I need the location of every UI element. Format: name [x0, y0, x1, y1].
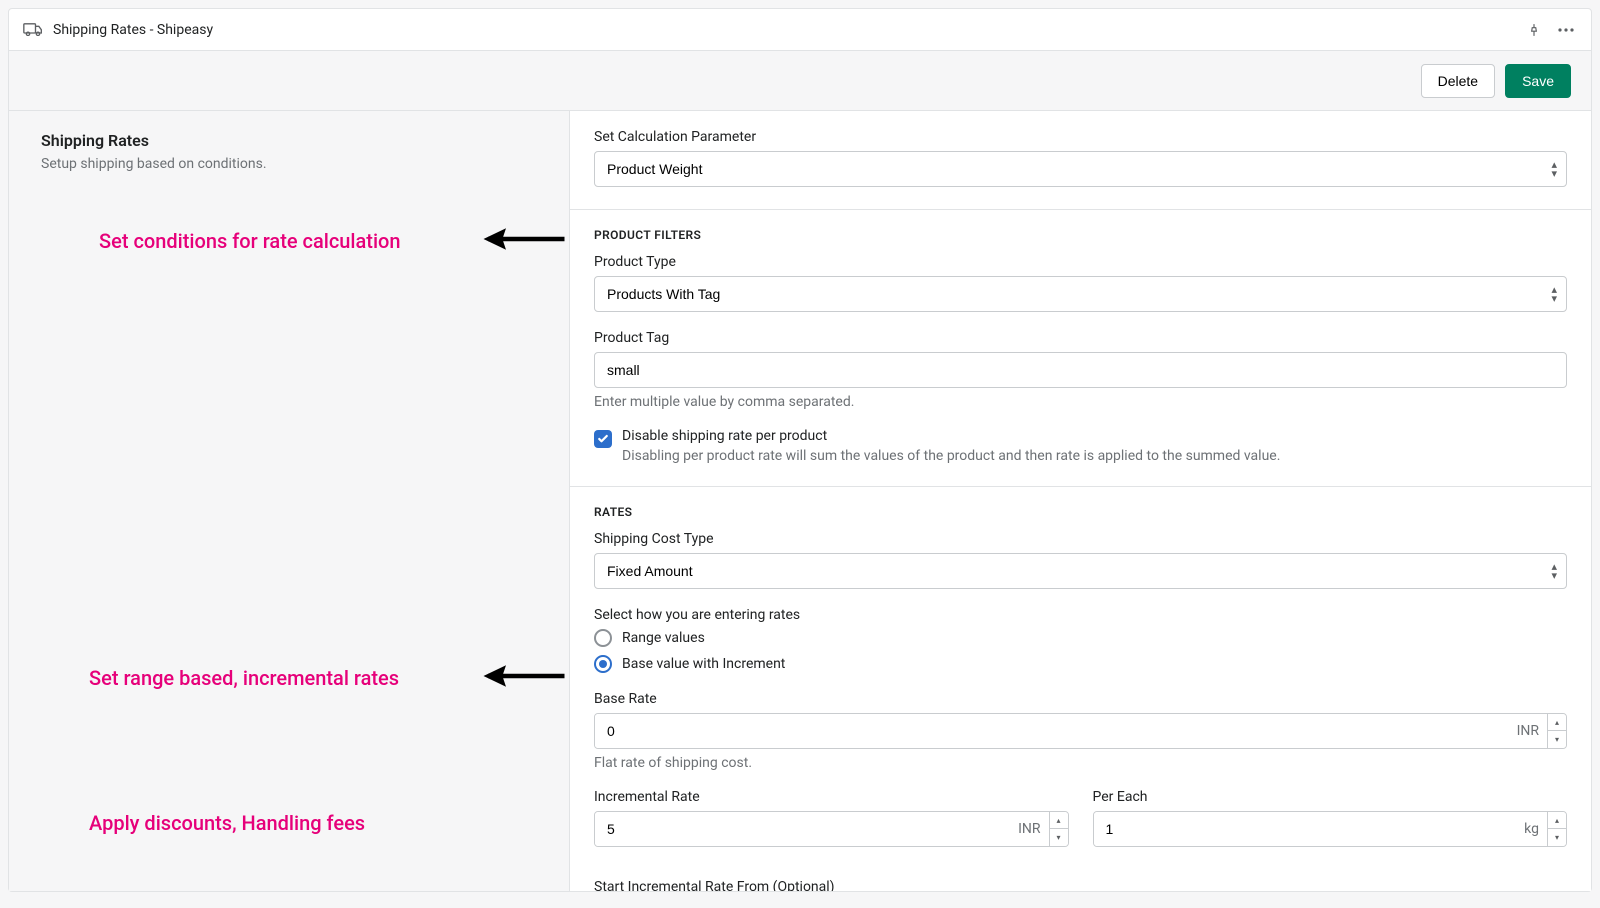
delete-button[interactable]: Delete [1421, 64, 1495, 98]
base-rate-suffix: INR [1509, 714, 1547, 748]
calc-param-select[interactable]: Product Weight [594, 151, 1567, 187]
radio-icon [594, 629, 612, 647]
base-rate-input[interactable] [595, 714, 1509, 748]
stepper-down[interactable]: ▾ [1548, 829, 1566, 846]
radio-icon [594, 655, 612, 673]
product-tag-label: Product Tag [594, 330, 1567, 346]
product-type-select[interactable]: Products With Tag [594, 276, 1567, 312]
save-button[interactable]: Save [1505, 64, 1571, 98]
cost-type-select[interactable]: Fixed Amount [594, 553, 1567, 589]
stepper-down[interactable]: ▾ [1050, 829, 1068, 846]
per-each-suffix: kg [1516, 812, 1547, 846]
disable-per-product-label: Disable shipping rate per product [622, 428, 1280, 444]
pin-icon[interactable] [1523, 19, 1545, 41]
base-rate-label: Base Rate [594, 691, 1567, 707]
action-bar: Delete Save [9, 51, 1591, 111]
annotation-3: Apply discounts, Handling fees [89, 811, 365, 835]
product-type-label: Product Type [594, 254, 1567, 270]
radio-base-label: Base value with Increment [622, 656, 785, 672]
calc-param-label: Set Calculation Parameter [594, 129, 1567, 145]
arrow-icon [479, 656, 569, 696]
rate-entry-label: Select how you are entering rates [594, 607, 1567, 623]
product-tag-help: Enter multiple value by comma separated. [594, 394, 1567, 410]
stepper-down[interactable]: ▾ [1548, 731, 1566, 748]
radio-base-increment[interactable]: Base value with Increment [594, 655, 1567, 673]
app-title: Shipping Rates - Shipeasy [53, 22, 213, 38]
incremental-rate-label: Incremental Rate [594, 789, 1069, 805]
annotation-2: Set range based, incremental rates [89, 666, 399, 690]
more-icon[interactable] [1555, 19, 1577, 41]
stepper-up[interactable]: ▴ [1548, 812, 1566, 829]
radio-range-label: Range values [622, 630, 705, 646]
filters-header: PRODUCT FILTERS [594, 228, 1567, 242]
form-panel: Set Calculation Parameter Product Weight… [569, 111, 1591, 891]
titlebar: Shipping Rates - Shipeasy [9, 9, 1591, 51]
truck-icon [23, 23, 43, 37]
base-rate-help: Flat rate of shipping cost. [594, 755, 1567, 771]
disable-per-product-checkbox[interactable] [594, 430, 612, 448]
start-incremental-label: Start Incremental Rate From (Optional) [594, 879, 1567, 891]
per-each-input[interactable] [1094, 812, 1517, 846]
annotation-1: Set conditions for rate calculation [99, 229, 401, 253]
disable-per-product-help: Disabling per product rate will sum the … [622, 448, 1280, 464]
page-heading: Shipping Rates [41, 131, 537, 150]
stepper-up[interactable]: ▴ [1050, 812, 1068, 829]
cost-type-label: Shipping Cost Type [594, 531, 1567, 547]
page-subtitle: Setup shipping based on conditions. [41, 156, 537, 172]
arrow-icon [479, 219, 569, 259]
left-column: Shipping Rates Setup shipping based on c… [9, 111, 569, 891]
incremental-rate-suffix: INR [1010, 812, 1048, 846]
radio-range-values[interactable]: Range values [594, 629, 1567, 647]
stepper-up[interactable]: ▴ [1548, 714, 1566, 731]
incremental-rate-input[interactable] [595, 812, 1010, 846]
per-each-label: Per Each [1093, 789, 1568, 805]
product-tag-input[interactable] [594, 352, 1567, 388]
rates-header: RATES [594, 505, 1567, 519]
